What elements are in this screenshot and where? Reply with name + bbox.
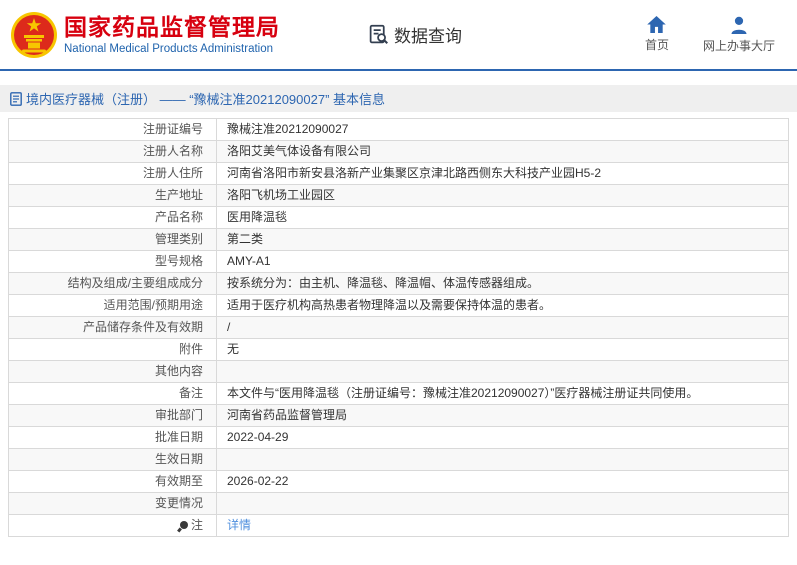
table-row: 有效期至2026-02-22 — [9, 471, 789, 493]
nav-home-label: 首页 — [645, 36, 669, 53]
table-row: 型号规格AMY-A1 — [9, 251, 789, 273]
person-icon — [730, 16, 748, 34]
brand-title-cn: 国家药品监督管理局 — [64, 13, 280, 41]
data-query-icon — [368, 24, 389, 45]
table-row: 适用范围/预期用途适用于医疗机构高热患者物理降温以及需要保持体温的患者。 — [9, 295, 789, 317]
nav-service-hall-label: 网上办事大厅 — [703, 37, 775, 54]
table-row: 其他内容 — [9, 361, 789, 383]
table-row: 批准日期2022-04-29 — [9, 427, 789, 449]
nav-home[interactable]: 首页 — [645, 16, 669, 54]
row-label: 产品储存条件及有效期 — [9, 317, 217, 339]
row-label: 审批部门 — [9, 405, 217, 427]
registration-info-table: 注册证编号豫械注准20212090027注册人名称洛阳艾美气体设备有限公司注册人… — [8, 118, 789, 537]
row-value: 本文件与“医用降温毯（注册证编号：豫械注准20212090027）”医疗器械注册… — [217, 383, 789, 405]
row-label: 产品名称 — [9, 207, 217, 229]
nav-data-query[interactable]: 数据查询 — [368, 22, 462, 47]
row-label: 生效日期 — [9, 449, 217, 471]
row-value: 河南省洛阳市新安县洛新产业集聚区京津北路西侧东大科技产业园H5-2 — [217, 163, 789, 185]
detail-link[interactable]: 详情 — [227, 518, 251, 532]
table-row: 管理类别第二类 — [9, 229, 789, 251]
row-label: 有效期至 — [9, 471, 217, 493]
row-label: 型号规格 — [9, 251, 217, 273]
row-value: 洛阳飞机场工业园区 — [217, 185, 789, 207]
row-label: 注册证编号 — [9, 119, 217, 141]
table-row: 产品名称医用降温毯 — [9, 207, 789, 229]
table-row: 结构及组成/主要组成成分按系统分为：由主机、降温毯、降温帽、体温传感器组成。 — [9, 273, 789, 295]
row-value — [217, 449, 789, 471]
home-icon — [647, 16, 666, 33]
table-row: 产品储存条件及有效期/ — [9, 317, 789, 339]
row-value — [217, 361, 789, 383]
row-value — [217, 493, 789, 515]
row-label: 适用范围/预期用途 — [9, 295, 217, 317]
row-label: 变更情况 — [9, 493, 217, 515]
row-value: AMY-A1 — [217, 251, 789, 273]
row-value: 2026-02-22 — [217, 471, 789, 493]
info-table-body: 注册证编号豫械注准20212090027注册人名称洛阳艾美气体设备有限公司注册人… — [9, 119, 789, 537]
breadcrumb-bar: 境内医疗器械（注册） —— “豫械注准20212090027” 基本信息 — [0, 85, 797, 112]
breadcrumb: 境内医疗器械（注册） —— “豫械注准20212090027” 基本信息 — [26, 89, 385, 108]
row-value: 医用降温毯 — [217, 207, 789, 229]
table-row: 审批部门河南省药品监督管理局 — [9, 405, 789, 427]
row-label: 备注 — [9, 383, 217, 405]
row-value: 2022-04-29 — [217, 427, 789, 449]
row-label: 批准日期 — [9, 427, 217, 449]
row-label: 注册人名称 — [9, 141, 217, 163]
row-value: 适用于医疗机构高热患者物理降温以及需要保持体温的患者。 — [217, 295, 789, 317]
data-query-label: 数据查询 — [394, 22, 462, 47]
national-emblem-logo — [10, 11, 58, 59]
row-label: 附件 — [9, 339, 217, 361]
brand-title-en: National Medical Products Administration — [64, 41, 280, 57]
table-row: 生产地址洛阳飞机场工业园区 — [9, 185, 789, 207]
header-right-nav: 首页 网上办事大厅 — [645, 16, 775, 54]
table-row: 注册人住所河南省洛阳市新安县洛新产业集聚区京津北路西侧东大科技产业园H5-2 — [9, 163, 789, 185]
row-label: 注册人住所 — [9, 163, 217, 185]
row-label: 管理类别 — [9, 229, 217, 251]
row-value: 按系统分为：由主机、降温毯、降温帽、体温传感器组成。 — [217, 273, 789, 295]
row-label: 其他内容 — [9, 361, 217, 383]
note-icon — [180, 521, 188, 529]
row-value: 无 — [217, 339, 789, 361]
table-row: 变更情况 — [9, 493, 789, 515]
row-label: 结构及组成/主要组成成分 — [9, 273, 217, 295]
page-header: 国家药品监督管理局 National Medical Products Admi… — [0, 0, 797, 71]
table-row: 备注本文件与“医用降温毯（注册证编号：豫械注准20212090027）”医疗器械… — [9, 383, 789, 405]
row-value: / — [217, 317, 789, 339]
row-value: 详情 — [217, 515, 789, 537]
row-value: 河南省药品监督管理局 — [217, 405, 789, 427]
table-row: 注详情 — [9, 515, 789, 537]
brand-block: 国家药品监督管理局 National Medical Products Admi… — [64, 13, 280, 57]
row-value: 洛阳艾美气体设备有限公司 — [217, 141, 789, 163]
table-row: 注册人名称洛阳艾美气体设备有限公司 — [9, 141, 789, 163]
row-value: 第二类 — [217, 229, 789, 251]
table-row: 注册证编号豫械注准20212090027 — [9, 119, 789, 141]
row-label: 生产地址 — [9, 185, 217, 207]
document-icon — [10, 92, 22, 106]
table-row: 附件无 — [9, 339, 789, 361]
row-label: 注 — [9, 515, 217, 537]
row-value: 豫械注准20212090027 — [217, 119, 789, 141]
nav-service-hall[interactable]: 网上办事大厅 — [703, 16, 775, 54]
table-row: 生效日期 — [9, 449, 789, 471]
